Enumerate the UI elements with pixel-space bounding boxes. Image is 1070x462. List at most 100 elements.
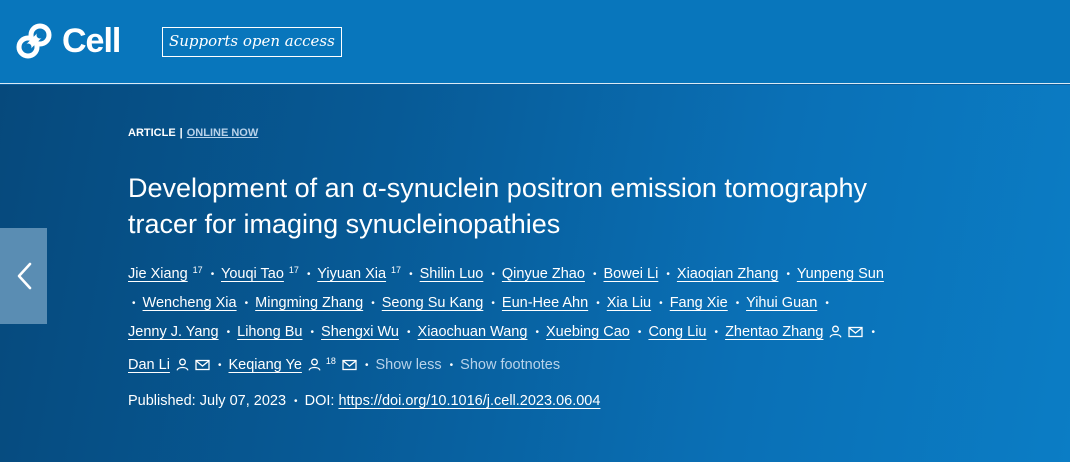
show-footnotes-link[interactable]: Show footnotes: [460, 357, 560, 373]
author-name[interactable]: Xia Liu: [607, 295, 651, 311]
author-item: Keqiang Ye 18: [229, 356, 357, 373]
meta-separator: |: [179, 127, 183, 139]
author-name[interactable]: Yihui Guan: [746, 295, 817, 311]
author-name[interactable]: Shilin Luo: [420, 266, 484, 282]
author-separator: •: [371, 298, 375, 309]
author-name[interactable]: Mingming Zhang: [255, 295, 363, 311]
author-separator: •: [406, 327, 411, 338]
author-name[interactable]: Yiyuan Xia: [317, 266, 386, 282]
author-item: Shengxi Wu: [321, 324, 399, 340]
person-icon[interactable]: [308, 358, 321, 371]
author-list: Jie Xiang 17 • Youqi Tao 17 • Yiyuan Xia 17…: [128, 256, 888, 380]
author-name[interactable]: Fang Xie: [670, 295, 728, 311]
author-name[interactable]: Shengxi Wu: [321, 324, 399, 340]
author-item: Xia Liu: [607, 295, 651, 311]
cell-logo[interactable]: Cell: [16, 22, 121, 60]
author-item: Xiaochuan Wang: [418, 324, 528, 340]
author-separator: •: [132, 298, 136, 309]
author-item: Xiaoqian Zhang: [677, 266, 779, 282]
brand-name: Cell: [62, 22, 121, 60]
author-name[interactable]: Xiaochuan Wang: [418, 324, 528, 340]
author-name[interactable]: Bowei Li: [604, 266, 659, 282]
open-access-badge: Supports open access: [162, 27, 342, 57]
mail-icon[interactable]: [195, 359, 210, 371]
author-separator: •: [310, 327, 314, 338]
author-separator: •: [409, 269, 413, 280]
author-separator: •: [592, 269, 597, 280]
author-name[interactable]: Jie Xiang: [128, 266, 188, 282]
person-icon[interactable]: [829, 325, 842, 338]
author-item: Zhentao Zhang: [725, 324, 864, 340]
author-footnote-ref[interactable]: 17: [391, 265, 401, 275]
author-item: Fang Xie: [670, 295, 728, 311]
publication-info: Published: July 07, 2023 • DOI: https://…: [128, 391, 908, 412]
online-now-link[interactable]: ONLINE NOW: [187, 127, 259, 139]
author-separator: •: [217, 360, 222, 371]
author-separator: •: [735, 298, 740, 309]
author-separator: •: [244, 298, 249, 309]
doi-link[interactable]: https://doi.org/10.1016/j.cell.2023.06.0…: [338, 393, 600, 409]
author-name[interactable]: Wencheng Xia: [143, 295, 237, 311]
author-item: Shilin Luo: [420, 266, 484, 282]
author-item: Qinyue Zhao: [502, 266, 585, 282]
author-separator: •: [596, 298, 600, 309]
author-separator: •: [210, 269, 215, 280]
author-name[interactable]: Yunpeng Sun: [797, 266, 884, 282]
author-name[interactable]: Qinyue Zhao: [502, 266, 585, 282]
article-header: ARTICLE | ONLINE NOW Development of an α-s…: [128, 126, 908, 412]
author-name[interactable]: Seong Su Kang: [382, 295, 484, 311]
author-name[interactable]: Youqi Tao: [221, 266, 284, 282]
author-item: Lihong Bu: [237, 324, 302, 340]
published-date: July 07, 2023: [199, 393, 287, 409]
author-name[interactable]: Cong Liu: [648, 324, 706, 340]
author-name[interactable]: Keqiang Ye: [229, 357, 302, 373]
author-name[interactable]: Eun-Hee Ahn: [502, 295, 588, 311]
author-separator: •: [535, 327, 539, 338]
author-item: Seong Su Kang: [382, 295, 484, 311]
author-item: Yiyuan Xia 17: [317, 265, 401, 282]
author-item: Cong Liu: [648, 324, 706, 340]
author-item: Yunpeng Sun: [797, 266, 884, 282]
author-name[interactable]: Lihong Bu: [237, 324, 302, 340]
article-title: Development of an α-synuclein positron e…: [128, 173, 867, 239]
author-separator: •: [659, 298, 663, 309]
author-item: Mingming Zhang: [255, 295, 363, 311]
author-separator: •: [306, 269, 311, 280]
author-name[interactable]: Jenny J. Yang: [128, 324, 219, 340]
author-name[interactable]: Dan Li: [128, 357, 170, 373]
chevron-left-icon: [17, 262, 31, 290]
author-separator: •: [825, 298, 829, 309]
author-item: Xuebing Cao: [546, 324, 630, 340]
mail-icon[interactable]: [342, 359, 357, 371]
author-separator: •: [666, 269, 670, 280]
person-icon[interactable]: [176, 358, 189, 371]
author-footnote-ref[interactable]: 17: [289, 265, 299, 275]
separator-bullet: •: [294, 396, 298, 407]
author-separator: •: [871, 327, 875, 338]
author-name[interactable]: Xuebing Cao: [546, 324, 630, 340]
author-separator: •: [714, 327, 719, 338]
author-item: Bowei Li: [604, 266, 659, 282]
show-less-link[interactable]: Show less: [375, 357, 441, 373]
author-separator: •: [637, 327, 642, 338]
author-item: Youqi Tao 17: [221, 265, 299, 282]
author-separator: •: [364, 360, 369, 371]
author-item: Wencheng Xia: [143, 295, 237, 311]
cell-logo-icon: [16, 23, 52, 59]
author-separator: •: [491, 269, 495, 280]
author-item: Dan Li: [128, 357, 210, 373]
author-name[interactable]: Zhentao Zhang: [725, 324, 823, 340]
author-name[interactable]: Xiaoqian Zhang: [677, 266, 779, 282]
author-separator: •: [226, 327, 231, 338]
author-separator: •: [491, 298, 495, 309]
author-item: Jenny J. Yang: [128, 324, 219, 340]
site-header: Cell Supports open access: [0, 0, 1070, 84]
article-type: ARTICLE: [128, 127, 176, 139]
author-footnote-ref[interactable]: 18: [326, 356, 336, 366]
author-footnote-ref[interactable]: 17: [193, 265, 203, 275]
doi-label: DOI:: [304, 393, 335, 409]
mail-icon[interactable]: [848, 326, 864, 338]
previous-article-button[interactable]: [0, 228, 47, 324]
article-meta: ARTICLE | ONLINE NOW: [128, 126, 908, 140]
author-separator: •: [449, 360, 454, 371]
